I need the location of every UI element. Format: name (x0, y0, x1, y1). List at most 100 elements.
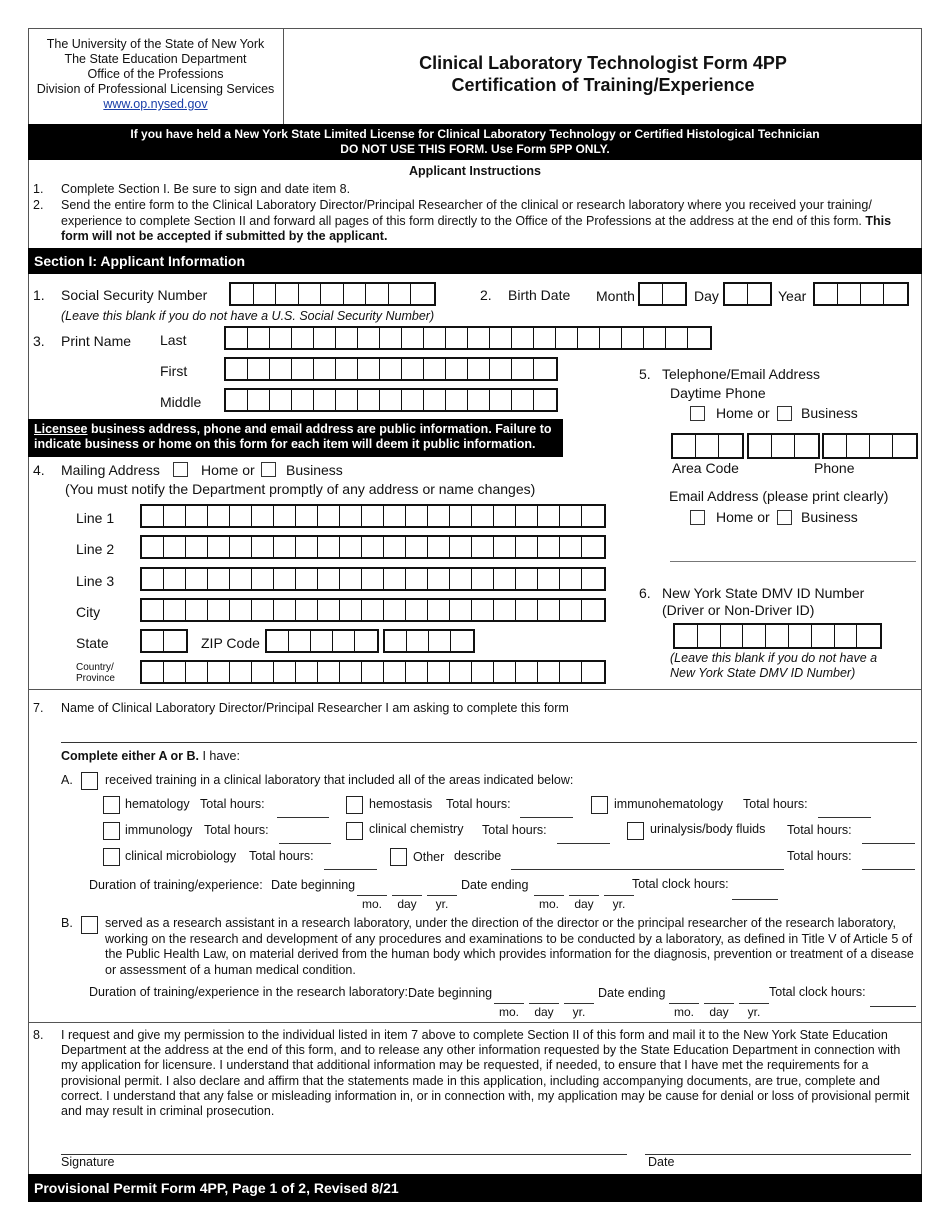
char-box[interactable] (402, 328, 424, 348)
char-box[interactable] (857, 625, 880, 647)
char-box[interactable] (560, 537, 582, 557)
hematology-hours-input[interactable] (277, 817, 329, 818)
char-box[interactable] (318, 506, 340, 526)
char-box[interactable] (622, 328, 644, 348)
char-box[interactable] (274, 506, 296, 526)
email-input-line[interactable] (670, 561, 916, 562)
char-box[interactable] (468, 328, 490, 348)
char-box[interactable] (560, 662, 582, 682)
char-box[interactable] (208, 506, 230, 526)
char-box[interactable] (472, 506, 494, 526)
end-year-input[interactable]: yr. (604, 895, 634, 911)
char-box[interactable] (749, 435, 772, 457)
option-b-checkbox[interactable] (81, 916, 98, 934)
other-hours-input[interactable] (862, 869, 915, 870)
char-box[interactable] (424, 328, 446, 348)
char-box[interactable] (389, 284, 411, 304)
char-box[interactable] (340, 569, 362, 589)
char-box[interactable] (186, 600, 208, 620)
char-box[interactable] (274, 600, 296, 620)
char-box[interactable] (688, 328, 710, 348)
char-box[interactable] (248, 328, 270, 348)
char-box[interactable] (494, 569, 516, 589)
char-box[interactable] (314, 328, 336, 348)
char-box[interactable] (516, 600, 538, 620)
char-box[interactable] (164, 506, 186, 526)
hemostasis-hours-input[interactable] (520, 817, 573, 818)
b-end-year-input[interactable]: yr. (739, 1003, 769, 1019)
ssn-input[interactable] (229, 282, 436, 306)
char-box[interactable] (675, 625, 698, 647)
other-describe-input[interactable] (511, 869, 784, 870)
char-box[interactable] (164, 631, 186, 651)
char-box[interactable] (696, 435, 719, 457)
immunohematology-hours-input[interactable] (818, 817, 871, 818)
char-box[interactable] (472, 662, 494, 682)
char-box[interactable] (254, 284, 276, 304)
immunology-checkbox[interactable] (103, 822, 120, 840)
char-box[interactable] (582, 537, 604, 557)
char-box[interactable] (226, 390, 248, 410)
begin-day-input[interactable]: day (392, 895, 422, 911)
end-day-input[interactable]: day (569, 895, 599, 911)
char-box[interactable] (446, 359, 468, 379)
phone-line-input[interactable] (822, 433, 918, 459)
char-box[interactable] (534, 328, 556, 348)
char-box[interactable] (355, 631, 377, 651)
char-box[interactable] (516, 569, 538, 589)
begin-year-input[interactable]: yr. (427, 895, 457, 911)
char-box[interactable] (385, 631, 407, 651)
char-box[interactable] (252, 600, 274, 620)
char-box[interactable] (164, 537, 186, 557)
char-box[interactable] (884, 284, 907, 304)
option-a-checkbox[interactable] (81, 772, 98, 790)
char-box[interactable] (406, 600, 428, 620)
char-box[interactable] (292, 359, 314, 379)
char-box[interactable] (248, 390, 270, 410)
char-box[interactable] (208, 600, 230, 620)
char-box[interactable] (226, 359, 248, 379)
char-box[interactable] (362, 600, 384, 620)
director-name-input-line[interactable] (61, 742, 917, 743)
char-box[interactable] (721, 625, 744, 647)
char-box[interactable] (270, 359, 292, 379)
city-input[interactable] (140, 598, 606, 622)
char-box[interactable] (406, 662, 428, 682)
char-box[interactable] (333, 631, 355, 651)
char-box[interactable] (516, 662, 538, 682)
b-begin-year-input[interactable]: yr. (564, 1003, 594, 1019)
char-box[interactable] (314, 390, 336, 410)
char-box[interactable] (252, 662, 274, 682)
mailing-business-checkbox[interactable] (261, 462, 276, 477)
char-box[interactable] (725, 284, 748, 304)
char-box[interactable] (208, 662, 230, 682)
char-box[interactable] (296, 569, 318, 589)
char-box[interactable] (446, 328, 468, 348)
b-begin-month-input[interactable]: mo. (494, 1003, 524, 1019)
char-box[interactable] (789, 625, 812, 647)
char-box[interactable] (429, 631, 451, 651)
char-box[interactable] (311, 631, 333, 651)
begin-month-input[interactable]: mo. (357, 895, 387, 911)
char-box[interactable] (142, 631, 164, 651)
char-box[interactable] (450, 537, 472, 557)
char-box[interactable] (318, 662, 340, 682)
char-box[interactable] (314, 359, 336, 379)
char-box[interactable] (406, 537, 428, 557)
char-box[interactable] (344, 284, 366, 304)
hemostasis-checkbox[interactable] (346, 796, 363, 814)
char-box[interactable] (490, 328, 512, 348)
char-box[interactable] (673, 435, 696, 457)
char-box[interactable] (428, 569, 450, 589)
char-box[interactable] (274, 569, 296, 589)
char-box[interactable] (380, 359, 402, 379)
char-box[interactable] (252, 569, 274, 589)
char-box[interactable] (230, 600, 252, 620)
microbiology-hours-input[interactable] (324, 869, 377, 870)
email-business-checkbox[interactable] (777, 510, 792, 525)
char-box[interactable] (719, 435, 742, 457)
char-box[interactable] (428, 537, 450, 557)
char-box[interactable] (534, 359, 556, 379)
immunohematology-checkbox[interactable] (591, 796, 608, 814)
urinalysis-hours-input[interactable] (862, 843, 915, 844)
